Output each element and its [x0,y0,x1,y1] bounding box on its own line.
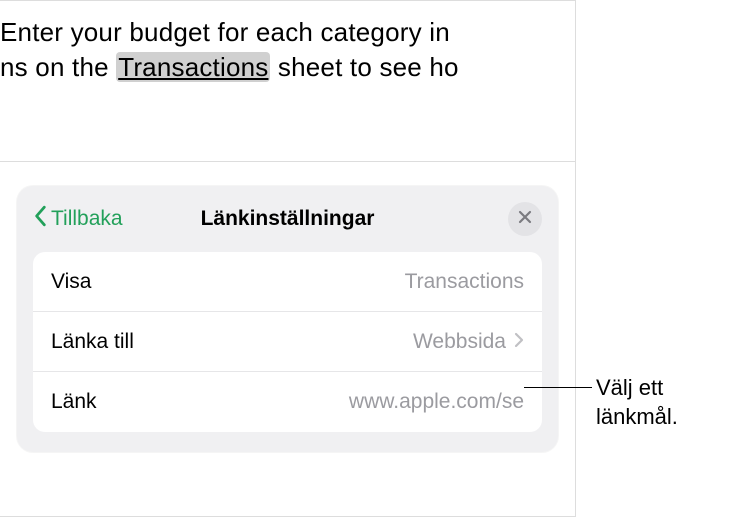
selected-link-text[interactable]: Transactions [116,52,270,82]
callout-line-1: Välj ett [596,374,678,403]
chevron-left-icon [33,205,49,233]
doc-line-2-suffix: sheet to see ho [270,52,458,82]
row-link-value: www.apple.com/se [349,390,524,414]
callout-line-2: länkmål. [596,403,678,432]
row-link-to[interactable]: Länka till Webbsida [33,312,542,372]
row-display-value: Transactions [405,270,524,294]
close-button[interactable] [508,202,542,236]
row-link-label: Länk [51,390,97,414]
row-link-to-label: Länka till [51,330,134,354]
callout-text: Välj ett länkmål. [596,374,678,431]
settings-list: Visa Transactions Länka till Webbsida Lä… [33,252,542,432]
row-link-to-value: Webbsida [413,330,506,354]
chevron-right-icon [514,330,524,354]
document-area: Enter your budget for each category in n… [0,0,576,162]
doc-line-2-prefix: ns on the [0,52,116,82]
popover-header: Tillbaka Länkinställningar [33,200,542,238]
row-display-label: Visa [51,270,91,294]
link-settings-popover: Tillbaka Länkinställningar Visa Transact… [17,186,558,452]
back-button[interactable]: Tillbaka [33,205,123,233]
row-link[interactable]: Länk www.apple.com/se [33,372,542,432]
doc-line-1: Enter your budget for each category in [0,17,450,47]
callout-leader-line [524,387,592,388]
document-text[interactable]: Enter your budget for each category in n… [0,15,563,85]
close-icon [518,210,532,229]
popover-container: Tillbaka Länkinställningar Visa Transact… [0,162,576,517]
row-display[interactable]: Visa Transactions [33,252,542,312]
back-button-label: Tillbaka [51,207,123,231]
popover-title: Länkinställningar [201,207,375,231]
